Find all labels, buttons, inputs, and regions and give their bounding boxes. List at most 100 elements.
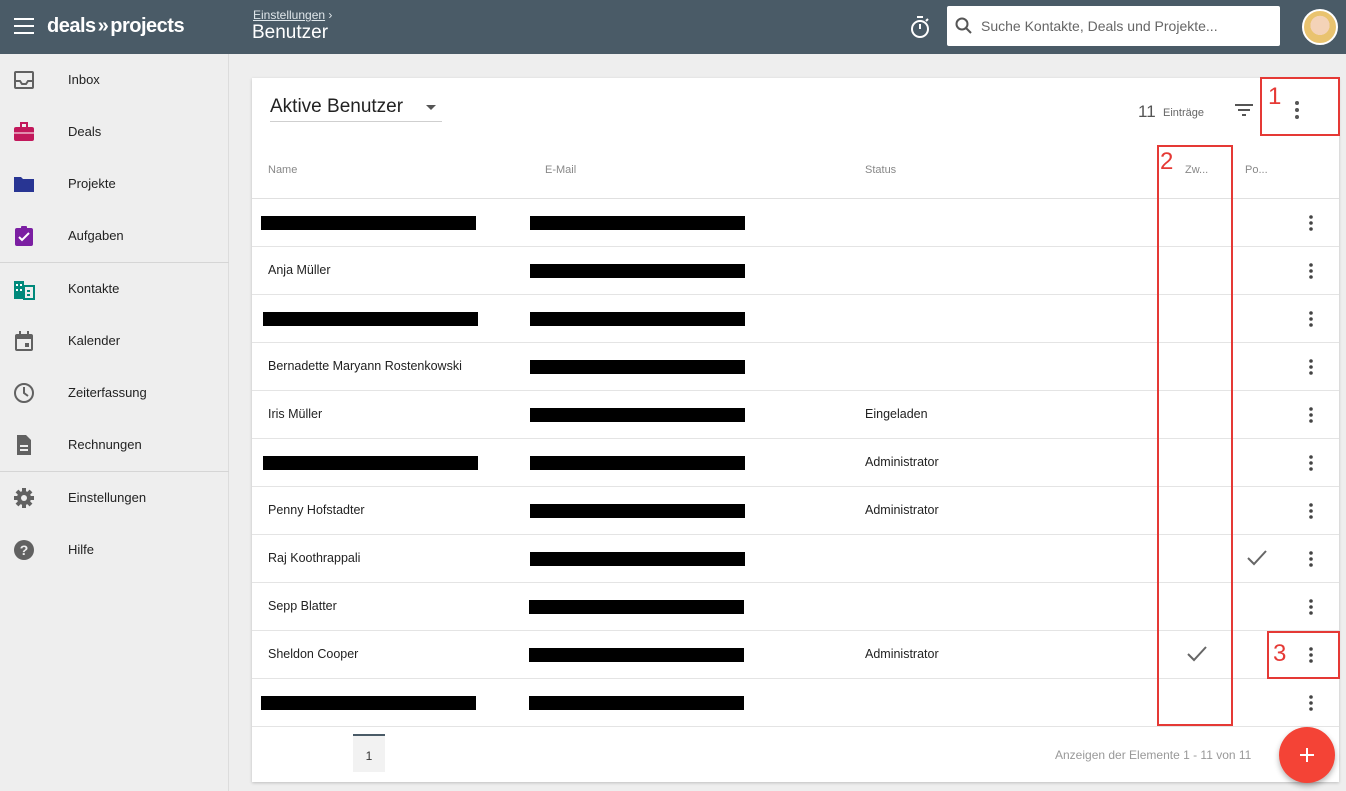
- sidebar-item-kalender[interactable]: Kalender: [0, 315, 229, 367]
- annotation-number-3: 3: [1273, 640, 1287, 667]
- sidebar-item-einstellungen[interactable]: Einstellungen: [0, 472, 229, 524]
- sidebar-item-aufgaben[interactable]: Aufgaben: [0, 210, 229, 262]
- briefcase-icon: [14, 122, 34, 141]
- user-status: Eingeladen: [865, 407, 928, 421]
- folder-icon: [14, 177, 34, 192]
- redacted-email: [529, 648, 744, 662]
- dropdown-arrow-icon: [426, 105, 436, 110]
- user-status: Administrator: [865, 455, 939, 469]
- sidebar-item-label: Deals: [68, 124, 102, 139]
- annotation-box-2: [1157, 145, 1233, 726]
- document-icon: [17, 435, 31, 455]
- sidebar-item-label: Rechnungen: [68, 437, 142, 452]
- sidebar-item-deals[interactable]: Deals: [0, 106, 229, 158]
- search-input[interactable]: [981, 6, 1273, 46]
- stopwatch-icon[interactable]: [909, 15, 931, 39]
- redacted-email: [530, 504, 745, 518]
- breadcrumb: Einstellungen ›: [253, 8, 332, 22]
- sidebar-item-rechnungen[interactable]: Rechnungen: [0, 419, 229, 471]
- user-status: Administrator: [865, 647, 939, 661]
- sidebar-item-label: Inbox: [68, 72, 100, 87]
- sidebar-item-label: Zeiterfassung: [68, 385, 147, 400]
- logo-right: projects: [110, 15, 185, 37]
- annotation-number-1: 1: [1268, 83, 1282, 110]
- svg-text:?: ?: [20, 542, 29, 558]
- app-logo[interactable]: deals» projects: [47, 15, 185, 38]
- sidebar-item-zeiterfassung[interactable]: Zeiterfassung: [0, 367, 229, 419]
- user-status: Administrator: [865, 503, 939, 517]
- row-more-vert-icon[interactable]: [1302, 213, 1320, 233]
- calendar-icon: [15, 331, 33, 351]
- user-name[interactable]: Raj Koothrappali: [268, 551, 360, 565]
- sidebar-item-label: Hilfe: [68, 542, 95, 557]
- sidebar-item-label: Einstellungen: [68, 490, 147, 505]
- redacted-email: [530, 456, 745, 470]
- row-more-vert-icon[interactable]: [1302, 453, 1320, 473]
- user-name[interactable]: Sheldon Cooper: [268, 647, 358, 661]
- filter-icon[interactable]: [1234, 102, 1254, 118]
- redacted-name: [261, 696, 476, 710]
- column-header-email[interactable]: E-Mail: [545, 164, 576, 176]
- redacted-name: [261, 216, 476, 230]
- redacted-email: [530, 264, 745, 278]
- redacted-email: [530, 552, 745, 566]
- redacted-email: [530, 312, 745, 326]
- app-header: deals» projects Einstellungen › Benutzer: [0, 0, 1346, 54]
- sidebar-item-projekte[interactable]: Projekte: [0, 158, 229, 210]
- entries-count: 11: [1138, 102, 1156, 121]
- sidebar-item-hilfe[interactable]: ? Hilfe: [0, 524, 229, 576]
- row-more-vert-icon[interactable]: [1302, 309, 1320, 329]
- row-more-vert-icon[interactable]: [1302, 597, 1320, 617]
- inbox-icon: [14, 71, 34, 89]
- po-check-icon: [1247, 550, 1267, 566]
- search-bar: [947, 6, 1280, 46]
- breadcrumb-separator: ›: [328, 8, 333, 22]
- page-title: Benutzer: [252, 22, 329, 43]
- redacted-email: [529, 696, 744, 710]
- sidebar-item-label: Projekte: [68, 176, 116, 191]
- annotation-number-2: 2: [1160, 148, 1174, 175]
- logo-mid: »: [97, 15, 109, 37]
- user-name[interactable]: Sepp Blatter: [268, 599, 337, 613]
- column-header-po[interactable]: Po...: [1245, 164, 1268, 176]
- menu-icon[interactable]: [14, 18, 34, 34]
- gear-icon: [14, 488, 34, 508]
- row-more-vert-icon[interactable]: [1302, 357, 1320, 377]
- row-more-vert-icon[interactable]: [1302, 693, 1320, 713]
- sidebar-item-kontakte[interactable]: Kontakte: [0, 263, 229, 315]
- entries-label: Einträge: [1163, 107, 1204, 119]
- help-icon: ?: [14, 540, 34, 560]
- business-icon: [14, 281, 35, 300]
- user-name[interactable]: Penny Hofstadter: [268, 503, 365, 517]
- assignment-icon: [15, 226, 33, 246]
- row-more-vert-icon[interactable]: [1302, 501, 1320, 521]
- pagination-page-1[interactable]: 1: [353, 734, 385, 772]
- row-more-vert-icon[interactable]: [1302, 549, 1320, 569]
- add-user-button[interactable]: [1279, 727, 1335, 783]
- clock-icon: [14, 383, 34, 403]
- redacted-email: [530, 360, 745, 374]
- sidebar-item-inbox[interactable]: Inbox: [0, 54, 229, 106]
- user-name[interactable]: Bernadette Maryann Rostenkowski: [268, 359, 462, 373]
- sidebar-item-label: Aufgaben: [68, 228, 124, 243]
- user-name[interactable]: Iris Müller: [268, 407, 322, 421]
- sidebar-item-label: Kontakte: [68, 281, 120, 296]
- sidebar: Inbox Deals Projekte Aufgaben Kontakte K…: [0, 54, 229, 791]
- view-select[interactable]: Aktive Benutzer: [270, 96, 442, 122]
- redacted-email: [530, 216, 745, 230]
- user-avatar[interactable]: [1302, 9, 1338, 45]
- redacted-name: [263, 312, 478, 326]
- user-name[interactable]: Anja Müller: [268, 263, 331, 277]
- row-more-vert-icon[interactable]: [1302, 405, 1320, 425]
- column-header-name[interactable]: Name: [268, 164, 297, 176]
- row-more-vert-icon[interactable]: [1302, 261, 1320, 281]
- view-select-value: Aktive Benutzer: [270, 96, 404, 117]
- column-header-status[interactable]: Status: [865, 164, 896, 176]
- pagination-info: Anzeigen der Elemente 1 - 11 von 11: [1055, 748, 1252, 762]
- redacted-email: [529, 600, 744, 614]
- redacted-email: [530, 408, 745, 422]
- logo-left: deals: [47, 15, 96, 37]
- redacted-name: [263, 456, 478, 470]
- sidebar-item-label: Kalender: [68, 333, 121, 348]
- breadcrumb-link-einstellungen[interactable]: Einstellungen: [253, 8, 325, 22]
